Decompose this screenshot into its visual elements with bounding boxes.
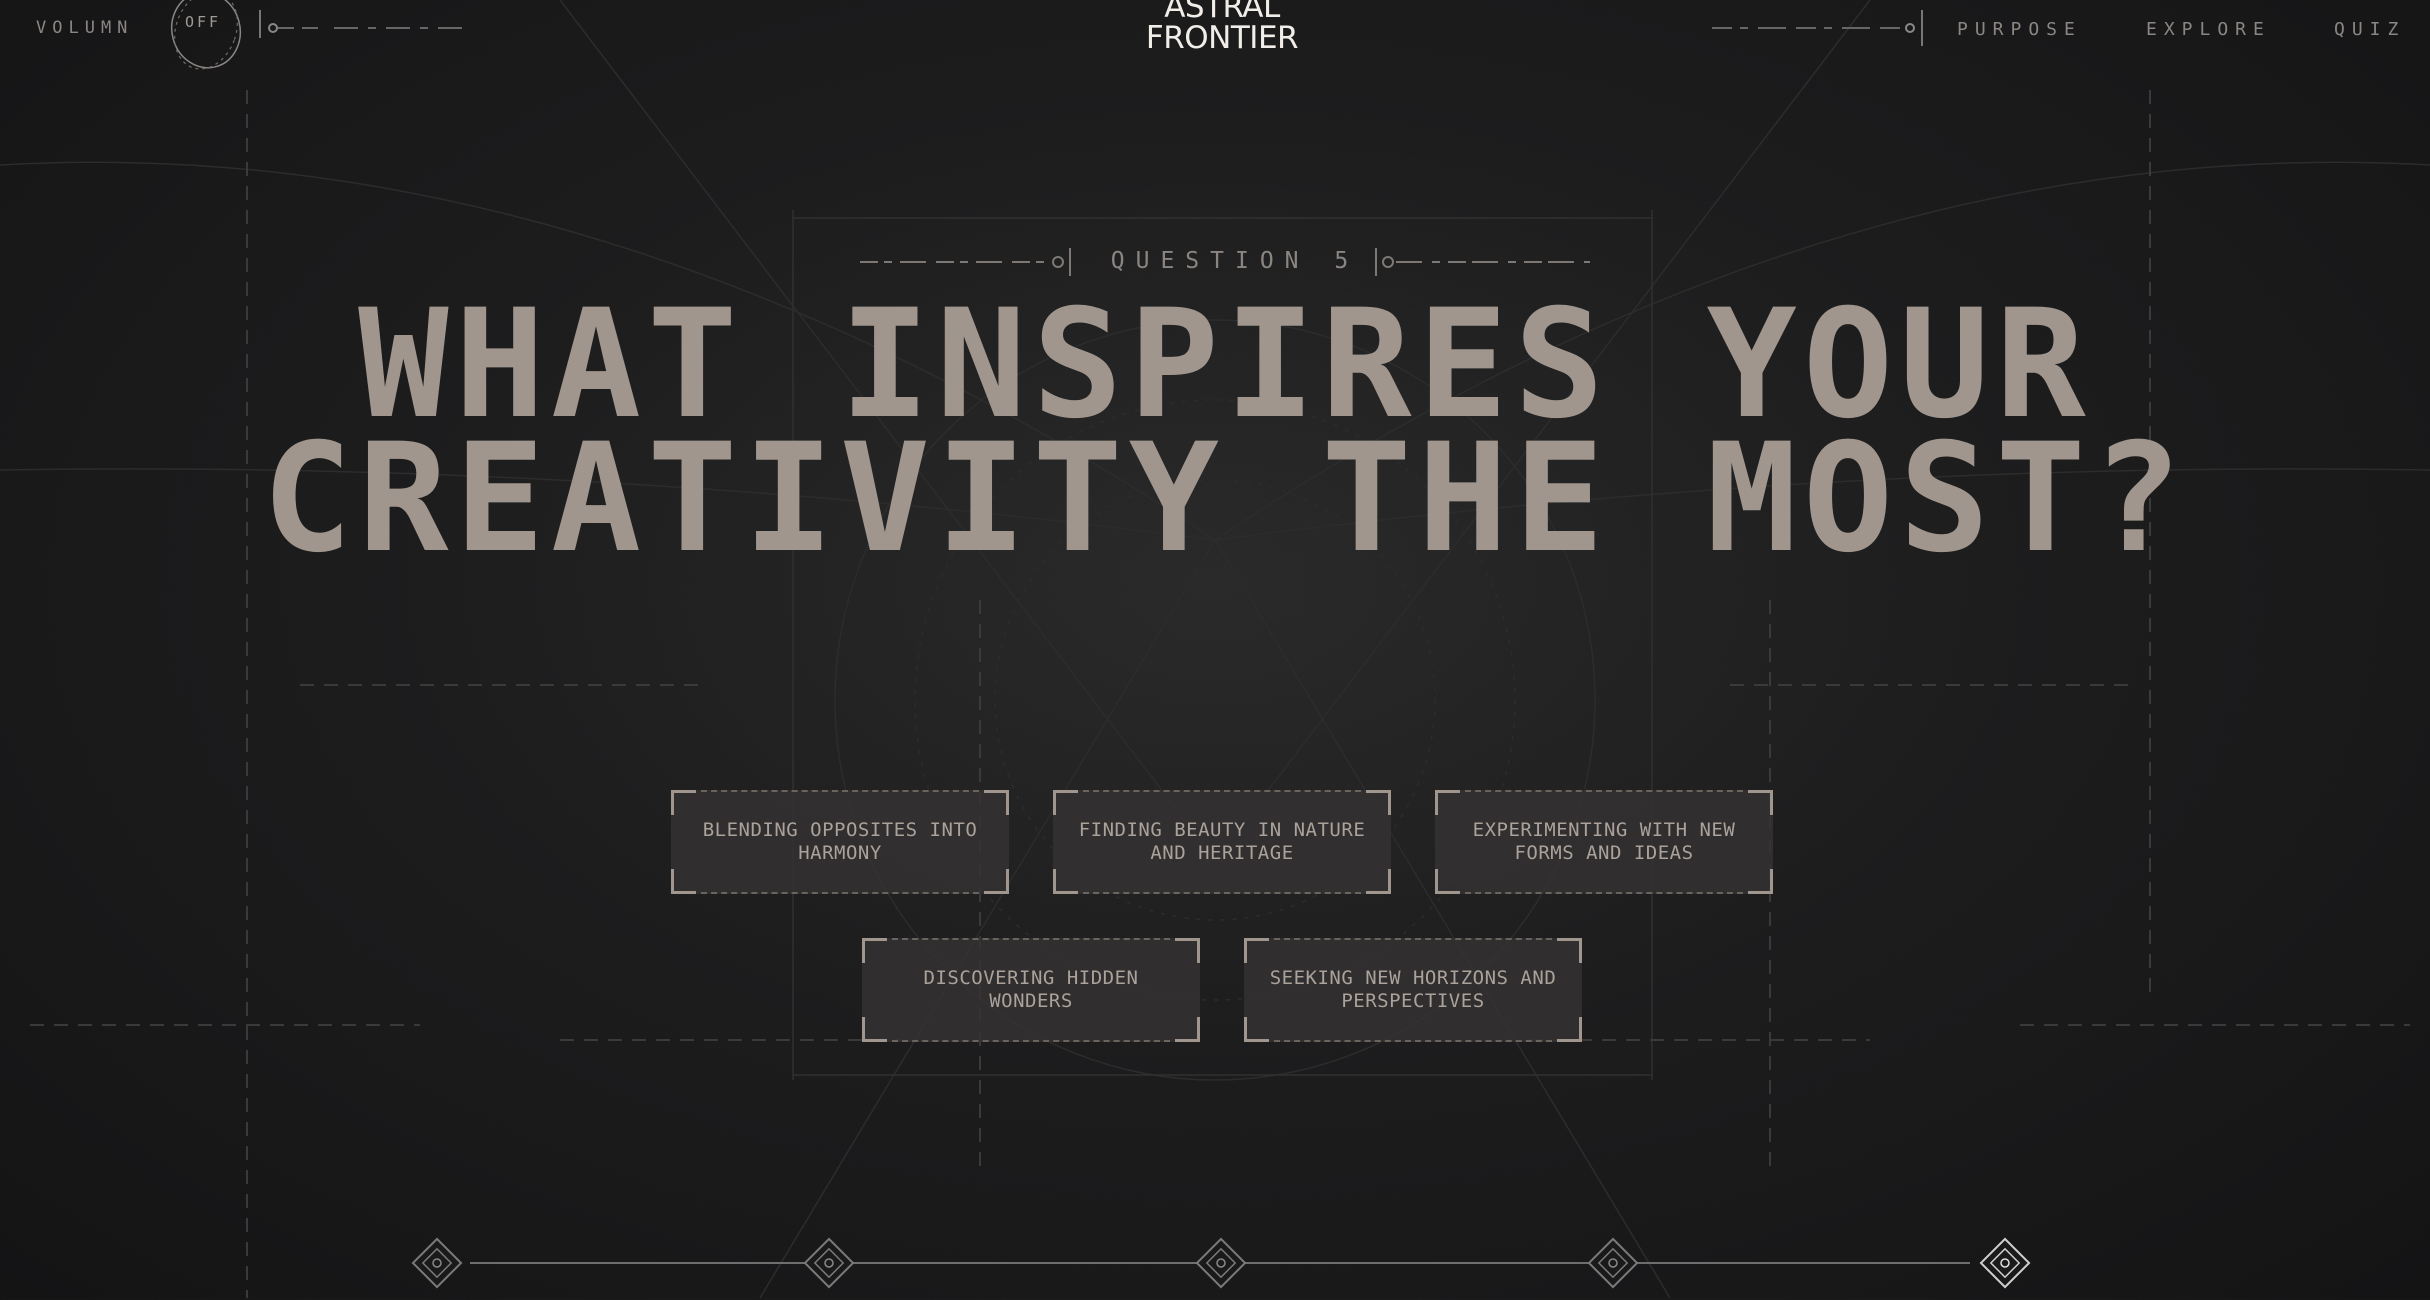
volume-toggle[interactable]	[160, 0, 252, 76]
question-number: QUESTION 5	[1110, 248, 1360, 274]
progress-step-5-icon	[1979, 1237, 2031, 1289]
volume-state[interactable]: OFF	[185, 13, 221, 31]
answer-option[interactable]: BLENDING OPPOSITES INTO HARMONY	[671, 790, 1009, 894]
answer-option[interactable]: FINDING BEAUTY IN NATURE AND HERITAGE	[1053, 790, 1391, 894]
answer-label: SEEKING NEW HORIZONS AND PERSPECTIVES	[1269, 967, 1557, 1012]
answer-label: DISCOVERING HIDDEN WONDERS	[923, 967, 1139, 1012]
progress-step-3-icon	[1195, 1237, 1247, 1289]
answer-label: EXPERIMENTING WITH NEW FORMS AND IDEAS	[1472, 819, 1736, 864]
answer-label: BLENDING OPPOSITES INTO HARMONY	[702, 819, 978, 864]
answer-option[interactable]: SEEKING NEW HORIZONS AND PERSPECTIVES	[1244, 938, 1582, 1042]
progress-step-1-icon	[411, 1237, 463, 1289]
volume-label: VOLUMN	[36, 18, 134, 38]
answer-label: FINDING BEAUTY IN NATURE AND HERITAGE	[1078, 819, 1366, 864]
nav-explore[interactable]: EXPLORE	[2146, 19, 2271, 40]
question-title: WHAT INSPIRES YOUR CREATIVITY THE MOST?	[261, 278, 2189, 586]
background-decoration	[0, 0, 2430, 1298]
nav-purpose[interactable]: PURPOSE	[1957, 19, 2082, 40]
progress-step-4-icon	[1587, 1237, 1639, 1289]
progress-step-2-icon	[803, 1237, 855, 1289]
answer-option[interactable]: EXPERIMENTING WITH NEW FORMS AND IDEAS	[1435, 790, 1773, 894]
brand-logo[interactable]: ASTRAL FRONTIER	[1142, 0, 1302, 54]
answer-option[interactable]: DISCOVERING HIDDEN WONDERS	[862, 938, 1200, 1042]
nav-quiz[interactable]: QUIZ	[2334, 19, 2405, 40]
